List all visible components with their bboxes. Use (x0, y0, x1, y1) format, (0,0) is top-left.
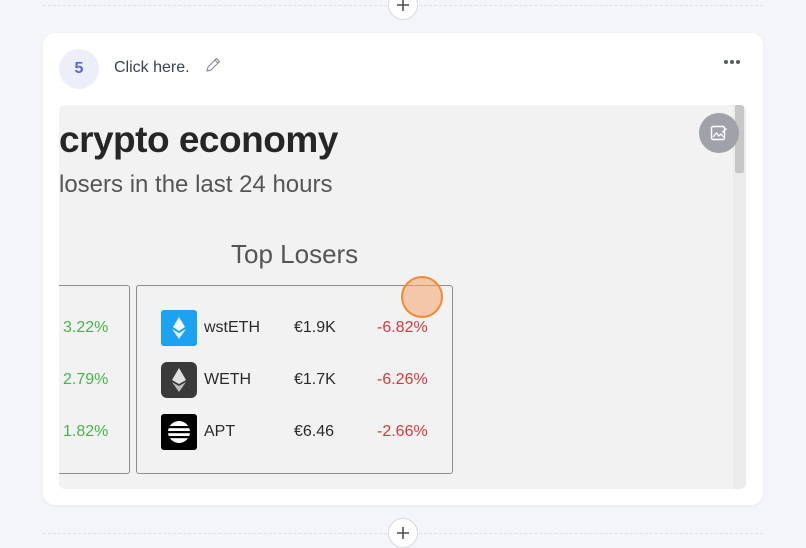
top-losers-title: Top Losers (231, 239, 359, 269)
add-step-button-bottom[interactable] (388, 518, 418, 548)
edit-image-button[interactable] (699, 113, 739, 153)
screenshot-subheadline: losers in the last 24 hours (59, 171, 333, 198)
click-target-marker[interactable] (401, 276, 443, 318)
gainer-change-2: 2.79% (63, 371, 109, 388)
top-gainers-panel: 3.22% 2.79% 1.82% (59, 285, 130, 474)
loser-symbol: WETH (204, 371, 252, 388)
step-number-badge: 5 (59, 49, 99, 89)
pencil-icon[interactable] (204, 56, 222, 74)
screenshot-scrollbar[interactable] (733, 105, 746, 489)
gainer-change-1: 3.22% (63, 319, 109, 336)
edit-image-icon (710, 125, 727, 141)
loser-change: -2.66% (377, 423, 428, 440)
loser-symbol: wstETH (204, 319, 260, 336)
loser-price: €6.46 (294, 423, 335, 440)
wsteth-logo-icon (161, 310, 197, 346)
step-card: 5 Click here. crypto economy losers in t… (43, 33, 763, 505)
loser-price: €1.7K (294, 371, 336, 388)
step-instruction[interactable]: Click here. (114, 59, 190, 77)
plus-icon (397, 527, 409, 539)
gainer-change-3: 1.82% (63, 423, 109, 440)
add-step-button-top[interactable] (388, 0, 418, 20)
loser-symbol: APT (204, 423, 236, 440)
plus-icon (397, 0, 409, 11)
loser-change: -6.26% (377, 371, 428, 388)
weth-logo-icon (161, 362, 197, 398)
screenshot-headline: crypto economy (59, 119, 338, 160)
top-losers-panel: wstETH €1.9K -6.82% WETH €1.7K -6.26% AP… (136, 285, 453, 474)
loser-price: €1.9K (294, 319, 336, 336)
loser-change: -6.82% (377, 319, 428, 336)
more-options-icon[interactable] (721, 51, 743, 73)
apt-logo-icon (161, 414, 197, 450)
